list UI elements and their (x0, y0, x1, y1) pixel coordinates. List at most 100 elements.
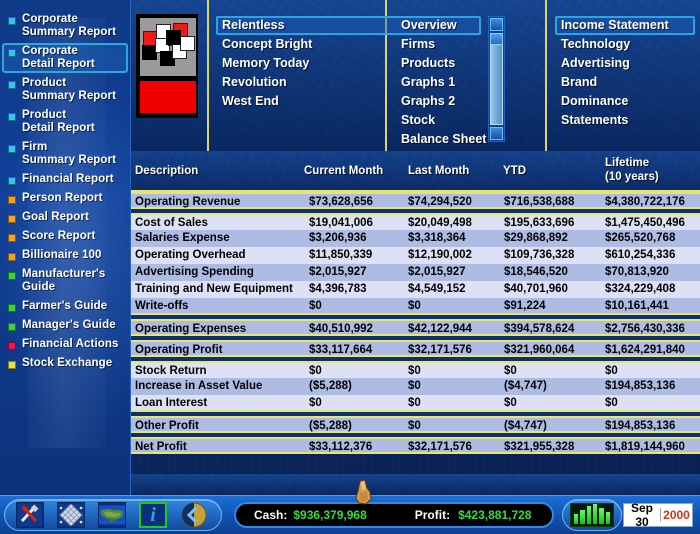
cell-last: $0 (408, 380, 421, 392)
sidebar-item-label: Product Detail Report (22, 109, 95, 134)
cell-ytd: $109,736,328 (504, 249, 575, 261)
sidebar-item-label: Goal Report (22, 211, 89, 223)
sections-item-balance-sheet[interactable]: Balance Sheet (395, 130, 535, 149)
hand-cursor (355, 479, 372, 505)
world-map-button[interactable] (98, 502, 126, 528)
subsections-item-advertising[interactable]: Advertising (555, 54, 695, 73)
sidebar-bullet-icon (8, 145, 16, 153)
sidebar-item-financial-report[interactable]: Financial Report (2, 171, 128, 188)
cell-lifetime: $1,819,144,960 (605, 441, 685, 453)
company-logo (136, 14, 198, 118)
sidebar-item-person-report[interactable]: Person Report (2, 190, 128, 207)
sidebar-bullet-icon (8, 234, 16, 242)
cell-current: ($5,288) (309, 380, 352, 392)
cell-ytd: $716,538,688 (504, 196, 575, 208)
sections-item-firms[interactable]: Firms (395, 35, 535, 54)
sections-item-graphs-1[interactable]: Graphs 1 (395, 73, 535, 92)
subsections-item-statements[interactable]: Statements (555, 111, 695, 130)
subsections-item-brand[interactable]: Brand (555, 73, 695, 92)
sidebar-item-corporate-detail-report[interactable]: Corporate Detail Report (2, 43, 128, 73)
cell-lifetime: $10,161,441 (605, 300, 669, 312)
sidebar-item-stock-exchange[interactable]: Stock Exchange (2, 355, 128, 372)
sections-item-stock[interactable]: Stock (395, 111, 535, 130)
cell-ytd: $40,701,960 (504, 283, 568, 295)
sidebar-item-farmer-s-guide[interactable]: Farmer's Guide (2, 298, 128, 315)
sidebar-item-product-summary-report[interactable]: Product Summary Report (2, 75, 128, 105)
sidebar-item-label: Firm Summary Report (22, 141, 117, 166)
sidebar-item-corporate-summary-report[interactable]: Corporate Summary Report (2, 11, 128, 41)
cash-profit-ticker: Cash: $936,379,968 Profit: $423,881,728 (234, 502, 554, 528)
speed-bar[interactable] (580, 510, 585, 524)
cell-last: $3,318,364 (408, 232, 466, 244)
back-button[interactable] (180, 502, 208, 528)
sidebar-item-label: Financial Actions (22, 338, 119, 350)
cell-desc: Salaries Expense (135, 232, 230, 244)
sidebar-item-label: Corporate Detail Report (22, 45, 95, 70)
table-body: Operating Revenue $73,628,656 $74,294,520 $… (131, 192, 700, 454)
sidebar-item-manager-s-guide[interactable]: Manager's Guide (2, 317, 128, 334)
cell-ytd: $321,955,328 (504, 441, 575, 453)
table-row: Advertising Spending $2,015,927 $2,015,927… (131, 264, 700, 281)
cell-desc: Net Profit (135, 441, 187, 453)
table-footer-background (131, 474, 700, 495)
sections-item-products[interactable]: Products (395, 54, 535, 73)
sidebar-item-score-report[interactable]: Score Report (2, 228, 128, 245)
game-speed-indicator[interactable] (570, 503, 614, 527)
sidebar-bullet-icon (8, 253, 16, 261)
sidebar-item-label: Person Report (22, 192, 103, 204)
sidebar-bullet-icon (8, 196, 16, 204)
speed-bar[interactable] (592, 504, 598, 524)
table-row: Increase in Asset Value ($5,288) $0 ($4,747… (131, 378, 700, 395)
sidebar-item-manufacturer-s-guide[interactable]: Manufacturer's Guide (2, 266, 128, 296)
col-header-current-month: Current Month (304, 165, 384, 177)
sidebar-item-label: Farmer's Guide (22, 300, 108, 312)
sidebar-item-financial-actions[interactable]: Financial Actions (2, 336, 128, 353)
cell-desc: Operating Revenue (135, 196, 241, 208)
col-header-description: Description (135, 165, 199, 177)
date-year: 2000 (660, 508, 692, 522)
cell-last: $4,549,152 (408, 283, 466, 295)
sidebar-item-billionaire-100[interactable]: Billionaire 100 (2, 247, 128, 264)
cell-current: $3,206,936 (309, 232, 367, 244)
cell-lifetime: $1,475,450,496 (605, 217, 685, 229)
cell-lifetime: $70,813,920 (605, 266, 669, 278)
table-row: Operating Expenses $40,510,992 $42,122,944… (131, 319, 700, 336)
cell-desc: Other Profit (135, 420, 199, 432)
table-header-row: Description Current Month Last Month YTD… (131, 151, 700, 192)
tools-button[interactable] (16, 502, 44, 528)
subsections-item-technology[interactable]: Technology (555, 35, 695, 54)
speed-bar[interactable] (586, 506, 591, 524)
subsections-item-dominance[interactable]: Dominance (555, 92, 695, 111)
sections-item-overview[interactable]: Overview (395, 16, 535, 35)
cell-ytd: $321,960,064 (504, 344, 575, 356)
speed-bar[interactable] (605, 512, 610, 524)
sidebar-item-goal-report[interactable]: Goal Report (2, 209, 128, 226)
cell-current: $33,112,376 (309, 441, 373, 453)
speed-bar[interactable] (599, 508, 604, 524)
sidebar-bullet-icon (8, 323, 16, 331)
subsections-item-income-statement[interactable]: Income Statement (555, 16, 695, 35)
speed-bar[interactable] (574, 514, 579, 524)
sidebar-bullet-icon (8, 272, 16, 280)
sidebar-item-label: Corporate Summary Report (22, 13, 117, 38)
logo-banner (140, 81, 196, 113)
top-navigation-zone: Relentless Concept Bright Memory Today Revo… (131, 0, 700, 151)
sidebar-item-firm-summary-report[interactable]: Firm Summary Report (2, 139, 128, 169)
grid-map-button[interactable] (57, 502, 85, 528)
back-icon (181, 502, 207, 528)
cell-current: $19,041,006 (309, 217, 373, 229)
info-button[interactable]: i (139, 502, 167, 528)
table-row: Loan Interest $0 $0 $0 $0 (131, 395, 700, 412)
profit-value: $423,881,728 (458, 508, 532, 522)
cell-ytd: $0 (504, 397, 517, 409)
sidebar-item-product-detail-report[interactable]: Product Detail Report (2, 107, 128, 137)
col-header-lifetime: Lifetime (605, 157, 650, 169)
cell-lifetime: $0 (605, 365, 618, 377)
cell-lifetime: $194,853,136 (605, 380, 676, 392)
cell-lifetime: $324,229,408 (605, 283, 676, 295)
cell-last: $32,171,576 (408, 441, 472, 453)
cell-current: $40,510,992 (309, 323, 373, 335)
report-sidebar: Corporate Summary Report Corporate Detail… (0, 0, 131, 495)
sections-item-graphs-2[interactable]: Graphs 2 (395, 92, 535, 111)
cell-lifetime: $265,520,768 (605, 232, 676, 244)
